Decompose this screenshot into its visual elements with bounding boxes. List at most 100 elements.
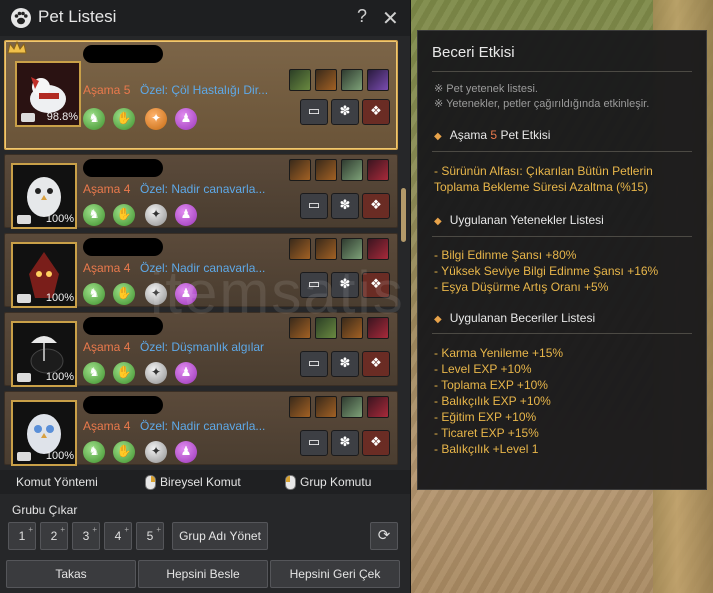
trait-icon[interactable]: ♟ [175,441,197,463]
trait-icon[interactable]: ♞ [83,108,105,130]
stage-label: Aşama [83,340,121,354]
paw-command-button[interactable]: ✽ [331,99,359,125]
recall-button[interactable]: ❖ [362,351,390,377]
skill-icon[interactable] [367,238,389,260]
pet-hunger: 100% [16,292,74,305]
command-mode-label: Komut Yöntemi [16,475,98,489]
group-slot-3[interactable]: 3 + [72,522,100,550]
trait-icon[interactable]: ✦ [145,204,167,226]
pet-special: Özel: Nadir canavarla... [140,419,266,433]
group-slot-5[interactable]: 5 + [136,522,164,550]
exchange-button[interactable]: Takas [6,560,136,588]
bowl-icon [17,373,31,382]
list-scrollbar[interactable] [401,188,406,242]
skill-icon[interactable] [289,69,311,91]
manage-group-name-button[interactable]: Grup Adı Yönet [172,522,268,550]
skill-icon[interactable] [341,69,363,91]
pet-card[interactable]: 100% Aşama 4 Özel: Nadir canavarla... ♞ … [4,154,398,229]
paw-command-button[interactable]: ✽ [331,193,359,219]
trait-icon[interactable]: ✦ [145,362,167,384]
pet-stage: Aşama 5 [83,83,130,97]
slot-number: 5 [146,529,154,543]
hunger-value: 100% [45,371,74,383]
skill-icon[interactable] [289,396,311,418]
trait-icon[interactable]: ✦ [145,108,167,130]
mouse-right-icon [145,475,156,490]
stage-number: 4 [123,340,131,354]
window-titlebar[interactable]: Pet Listesi ? ✕ [0,0,410,36]
skill-icon[interactable] [289,238,311,260]
skill-icon[interactable] [315,396,337,418]
trait-icon[interactable]: ✋ [113,204,135,226]
divider [432,236,692,237]
stage-label: Aşama [83,83,121,97]
group-slot-2[interactable]: 2 + [40,522,68,550]
feed-all-button[interactable]: Hepsini Besle [138,560,268,588]
pet-card[interactable]: 98.8% Aşama 5 Özel: Çöl Hastalığı Dir...… [4,40,398,150]
recall-button[interactable]: ❖ [362,193,390,219]
trait-icon[interactable]: ✋ [113,108,135,130]
pet-special: Özel: Düşmanlık algılar [140,340,265,354]
recall-button[interactable]: ❖ [362,430,390,456]
header-text: Uygulanan Beceriler Listesi [449,311,596,325]
group-command-option[interactable]: Grup Komutu [300,475,371,489]
refresh-icon: ⟳ [377,527,391,544]
tier-prefix: Aşama [449,128,488,142]
pet-hunger: 100% [16,213,74,226]
slot-number: 2 [50,529,58,543]
applied-skill-item: - Eşya Düşürme Artış Oranı +5% [434,280,609,294]
applied-ability-item: - Toplama EXP +10% [434,378,548,392]
bowl-icon [21,113,35,122]
feed-bowl-button[interactable]: ▭ [300,193,328,219]
trait-icon[interactable]: ♞ [83,283,105,305]
hunger-value: 100% [45,213,74,225]
trait-icon[interactable]: ♞ [83,204,105,226]
feed-bowl-button[interactable]: ▭ [300,99,328,125]
trait-icon[interactable]: ✋ [113,362,135,384]
header-text: Uygulanan Yetenekler Listesi [449,213,604,227]
skill-icon[interactable] [341,238,363,260]
skill-icon[interactable] [315,238,337,260]
bowl-icon [17,294,31,303]
feed-bowl-button[interactable]: ▭ [300,430,328,456]
pet-special: Özel: Nadir canavarla... [140,182,266,196]
group-slot-1[interactable]: 1 + [8,522,36,550]
trait-icon[interactable]: ♟ [175,108,197,130]
command-mode-bar: Komut Yöntemi Bireysel Komut Grup Komutu [0,470,410,494]
hunger-value: 98.8% [46,111,78,123]
feed-bowl-button[interactable]: ▭ [300,351,328,377]
trait-icon[interactable]: ♞ [83,441,105,463]
paw-command-button[interactable]: ✽ [331,351,359,377]
tier-effect-text: Toplama Bekleme Süresi Azaltma (%15) [434,180,649,194]
pet-name-redacted [83,238,163,256]
skill-icon[interactable] [341,396,363,418]
skill-icon[interactable] [289,159,311,181]
trait-icon[interactable]: ♟ [175,204,197,226]
help-icon[interactable]: ? [357,6,367,27]
skill-icon[interactable] [367,396,389,418]
close-icon[interactable]: ✕ [382,6,399,31]
group-slot-4[interactable]: 4 + [104,522,132,550]
skill-icon[interactable] [367,159,389,181]
trait-icon[interactable]: ✦ [145,441,167,463]
recall-button[interactable]: ❖ [362,99,390,125]
trait-icon[interactable]: ✋ [113,283,135,305]
stage-label: Aşama [83,261,121,275]
individual-command-option[interactable]: Bireysel Komut [160,475,241,489]
watermark: itemsatis [150,259,405,326]
skill-effect-tooltip: Beceri Etkisi ※ Pet yetenek listesi. ※ Y… [417,30,707,490]
applied-ability-item: - Eğitim EXP +10% [434,410,537,424]
paw-command-button[interactable]: ✽ [331,430,359,456]
trait-icon[interactable]: ✋ [113,441,135,463]
refresh-button[interactable]: ⟳ [370,522,398,550]
skill-icon[interactable] [367,69,389,91]
recall-all-button[interactable]: Hepsini Geri Çek [270,560,400,588]
skill-icon[interactable] [315,69,337,91]
pet-portrait: 100% [11,163,77,229]
trait-icon[interactable]: ♟ [175,362,197,384]
pet-card[interactable]: 100% Aşama 4 Özel: Nadir canavarla... ♞ … [4,391,398,466]
skill-icon[interactable] [341,159,363,181]
trait-icon[interactable]: ♞ [83,362,105,384]
skill-icon[interactable] [315,159,337,181]
mouse-left-icon [285,475,296,490]
